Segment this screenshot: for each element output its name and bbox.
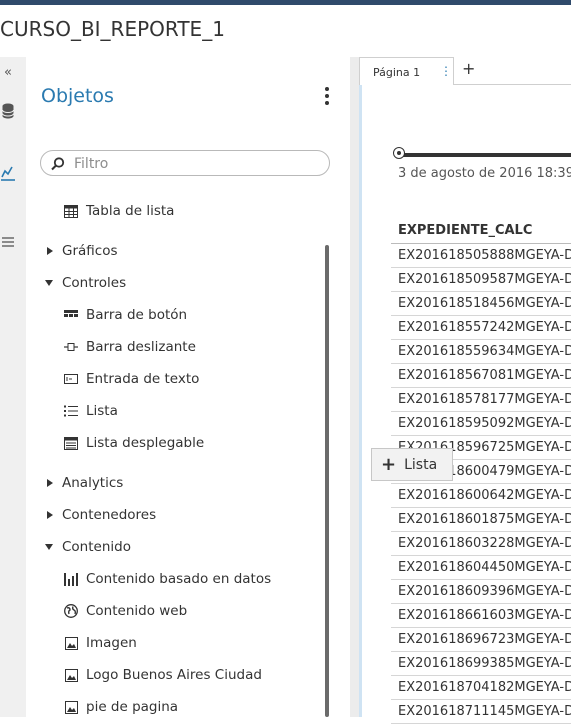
chart-icon[interactable] [0,165,16,185]
object-item-tabla-de-lista[interactable]: Tabla de lista [64,199,350,223]
table-row[interactable]: EX201618696723MGEYA-D [391,628,571,652]
panel-title: Objetos [41,85,114,107]
plus-icon: + [381,454,397,475]
object-item-barra-deslizante[interactable]: Barra deslizante [64,335,350,359]
image-icon [64,636,78,650]
filter-field[interactable] [40,150,330,176]
object-item-contenido-web[interactable]: Contenido web [64,599,350,623]
table-header-expediente[interactable]: EXPEDIENTE_CALC [391,219,571,244]
dropdown-list-icon [64,436,78,450]
group-controles[interactable]: Controles [45,271,345,295]
object-item-contenido-basado-en-datos[interactable]: Contenido basado en datos [64,567,350,591]
table-row[interactable]: EX201618601875MGEYA-D [391,508,571,532]
group-contenido[interactable]: Contenido [45,535,345,559]
object-item-imagen[interactable]: Imagen [64,631,350,655]
search-icon [51,157,65,171]
panel-scrollbar[interactable] [325,245,329,717]
object-item-pie-de-pagina[interactable]: pie de pagina [64,695,350,717]
table-icon [64,204,78,218]
chevron-right-icon [47,479,53,487]
collapse-panel-icon[interactable]: « [0,65,16,80]
data-driven-content-icon [64,572,78,586]
table-row[interactable]: EX201618595092MGEYA-D [391,412,571,436]
report-canvas: Página 1 ⋮ + 3 de agosto de 2016 18:39 E… [359,57,571,724]
chevron-down-icon [45,544,53,550]
chevron-right-icon [47,247,53,255]
image-icon [64,668,78,682]
filter-input[interactable] [72,154,316,174]
table-row[interactable]: EX201618557242MGEYA-D [391,316,571,340]
image-icon [64,700,78,714]
object-item-lista-desplegable[interactable]: Lista desplegable [64,431,350,455]
table-row[interactable]: EX201618578177MGEYA-D [391,388,571,412]
table-row[interactable]: EX201618600642MGEYA-D [391,484,571,508]
table-row[interactable]: EX201618711145MGEYA-D [391,700,571,724]
group-contenedores[interactable]: Contenedores [45,503,345,527]
tab-strip-line [454,84,571,85]
object-item-lista[interactable]: Lista [64,399,350,423]
group-analytics[interactable]: Analytics [45,471,345,495]
table-row[interactable]: EX201618559634MGEYA-D [391,340,571,364]
object-item-barra-de-boton[interactable]: Barra de botón [64,303,350,327]
button-bar-icon [64,308,78,322]
text-input-icon [64,372,78,386]
table-row[interactable]: EX201618567081MGEYA-D [391,364,571,388]
table-row[interactable]: EX201618518456MGEYA-D [391,292,571,316]
object-item-entrada-de-texto[interactable]: Entrada de texto [64,367,350,391]
database-icon[interactable] [0,103,16,123]
report-title: CURSO_BI_REPORTE_1 [0,6,571,56]
table-row[interactable]: EX201618699385MGEYA-D [391,652,571,676]
objects-panel: Objetos Tabla de lista Gráficos Controle… [26,57,350,717]
slider-icon [64,340,78,354]
group-graficos[interactable]: Gráficos [45,239,345,263]
date-slider-label: 3 de agosto de 2016 18:39 [398,166,571,181]
tab-pagina-1[interactable]: Página 1 ⋮ [359,57,454,85]
table-row[interactable]: EX201618609396MGEYA-D [391,580,571,604]
table-row[interactable]: EX201618509587MGEYA-D [391,268,571,292]
add-page-button[interactable]: + [462,59,475,78]
list-icon [64,404,78,418]
panel-resize-handle[interactable] [350,57,359,717]
drag-preview-lista[interactable]: + Lista [371,448,453,481]
tab-menu-icon[interactable]: ⋮ [440,64,452,78]
table-row[interactable]: EX201618704182MGEYA-D [391,676,571,700]
list-icon[interactable] [0,233,16,252]
table-row[interactable]: EX201618604450MGEYA-D [391,556,571,580]
chevron-down-icon [45,280,53,286]
table-row[interactable]: EX201618603228MGEYA-D [391,532,571,556]
chevron-right-icon [47,511,53,519]
object-item-logo-buenos-aires-ciudad[interactable]: Logo Buenos Aires Ciudad [64,663,350,687]
top-bar [0,0,571,5]
panel-menu-icon[interactable] [320,85,334,107]
globe-icon [64,604,78,618]
canvas-left-edge [359,85,362,717]
left-rail: « [0,57,26,717]
date-slider-handle[interactable] [393,147,405,159]
table-row[interactable]: EX201618505888MGEYA-D [391,244,571,268]
date-slider-track[interactable] [399,153,571,157]
table-row[interactable]: EX201618661603MGEYA-D [391,604,571,628]
